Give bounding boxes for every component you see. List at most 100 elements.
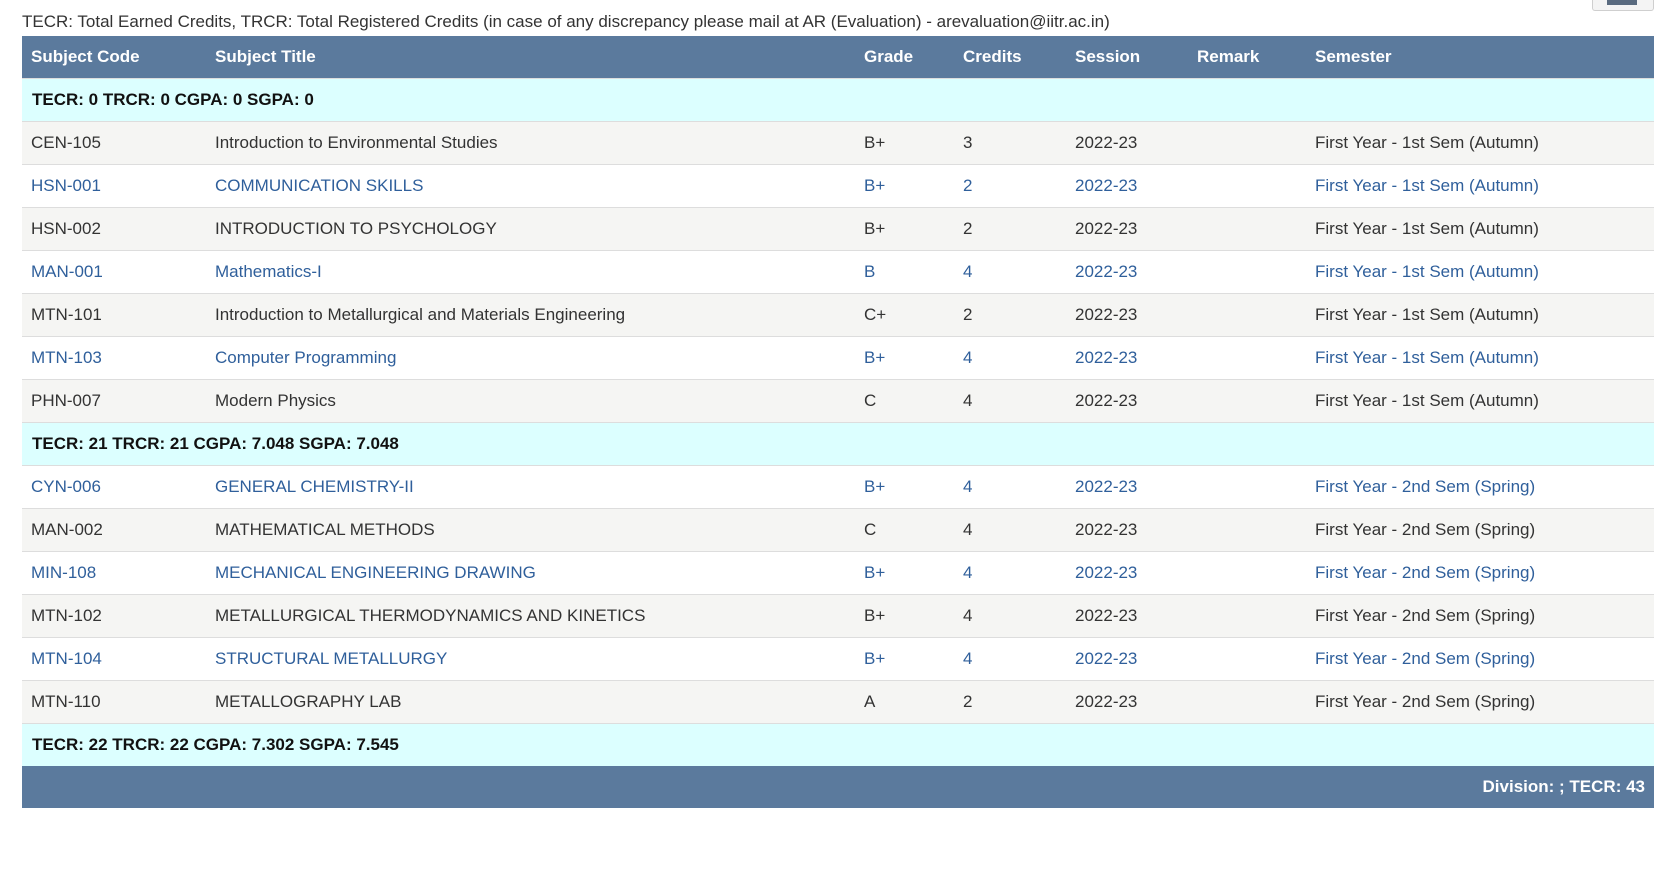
subject-code: CEN-105 <box>22 120 206 164</box>
table-row: MTN-110 METALLOGRAPHY LAB A 2 2022-23 Fi… <box>22 679 1654 723</box>
subject-code: MTN-104 <box>22 636 206 680</box>
remark <box>1188 206 1306 250</box>
summary-row: TECR: 22 TRCR: 22 CGPA: 7.302 SGPA: 7.54… <box>22 722 1654 766</box>
header-credits: Credits <box>963 46 1022 66</box>
credits: 2 <box>954 163 1066 207</box>
remark <box>1188 679 1306 723</box>
thumbnail-image[interactable] <box>1592 0 1654 11</box>
header-subject-title: Subject Title <box>215 46 316 66</box>
semester: First Year - 1st Sem (Autumn) <box>1306 292 1654 336</box>
subject-title: COMMUNICATION SKILLS <box>206 163 855 207</box>
division-total: Division: ; TECR: 43 <box>1482 777 1645 796</box>
grade: B+ <box>855 636 954 680</box>
remark <box>1188 163 1306 207</box>
subject-title: Mathematics-I <box>206 249 855 293</box>
credits: 2 <box>954 206 1066 250</box>
thumbnail-graphic <box>1607 0 1637 5</box>
remark <box>1188 464 1306 508</box>
subject-code: MAN-001 <box>22 249 206 293</box>
remark <box>1188 593 1306 637</box>
credits-note: TECR: Total Earned Credits, TRCR: Total … <box>22 12 1110 31</box>
header-semester: Semester <box>1315 46 1392 66</box>
subject-code: MTN-102 <box>22 593 206 637</box>
subject-code: PHN-007 <box>22 378 206 422</box>
subject-code: MTN-110 <box>22 679 206 723</box>
session: 2022-23 <box>1066 593 1188 637</box>
session: 2022-23 <box>1066 507 1188 551</box>
table-row: CEN-105 Introduction to Environmental St… <box>22 120 1654 164</box>
subject-code: MTN-103 <box>22 335 206 379</box>
session: 2022-23 <box>1066 335 1188 379</box>
semester: First Year - 2nd Sem (Spring) <box>1306 636 1654 680</box>
credits: 2 <box>954 679 1066 723</box>
table-row: MTN-103 Computer Programming B+ 4 2022-2… <box>22 335 1654 379</box>
credits: 4 <box>954 507 1066 551</box>
header-grade: Grade <box>864 46 914 66</box>
table-row: MTN-104 STRUCTURAL METALLURGY B+ 4 2022-… <box>22 636 1654 680</box>
session: 2022-23 <box>1066 378 1188 422</box>
session: 2022-23 <box>1066 464 1188 508</box>
table-row: MTN-102 METALLURGICAL THERMODYNAMICS AND… <box>22 593 1654 637</box>
session: 2022-23 <box>1066 292 1188 336</box>
credits: 4 <box>954 378 1066 422</box>
summary-text: TECR: 22 TRCR: 22 CGPA: 7.302 SGPA: 7.54… <box>22 722 1654 766</box>
subject-title: METALLURGICAL THERMODYNAMICS AND KINETIC… <box>206 593 855 637</box>
table-row: HSN-001 COMMUNICATION SKILLS B+ 2 2022-2… <box>22 163 1654 207</box>
credits: 4 <box>954 335 1066 379</box>
credits: 4 <box>954 464 1066 508</box>
grade: B+ <box>855 206 954 250</box>
session: 2022-23 <box>1066 679 1188 723</box>
remark <box>1188 120 1306 164</box>
grade: B+ <box>855 335 954 379</box>
summary-text: TECR: 0 TRCR: 0 CGPA: 0 SGPA: 0 <box>22 77 1654 121</box>
subject-code: CYN-006 <box>22 464 206 508</box>
semester: First Year - 2nd Sem (Spring) <box>1306 679 1654 723</box>
remark <box>1188 249 1306 293</box>
credits: 4 <box>954 550 1066 594</box>
session: 2022-23 <box>1066 163 1188 207</box>
subject-title: MECHANICAL ENGINEERING DRAWING <box>206 550 855 594</box>
semester: First Year - 2nd Sem (Spring) <box>1306 550 1654 594</box>
summary-row: TECR: 21 TRCR: 21 CGPA: 7.048 SGPA: 7.04… <box>22 421 1654 465</box>
subject-title: GENERAL CHEMISTRY-II <box>206 464 855 508</box>
summary-text: TECR: 21 TRCR: 21 CGPA: 7.048 SGPA: 7.04… <box>22 421 1654 465</box>
header-subject-code: Subject Code <box>31 46 140 66</box>
session: 2022-23 <box>1066 636 1188 680</box>
subject-title: Computer Programming <box>206 335 855 379</box>
grade: B <box>855 249 954 293</box>
remark <box>1188 378 1306 422</box>
grade: B+ <box>855 550 954 594</box>
credits: 2 <box>954 292 1066 336</box>
table-row: HSN-002 INTRODUCTION TO PSYCHOLOGY B+ 2 … <box>22 206 1654 250</box>
semester: First Year - 1st Sem (Autumn) <box>1306 163 1654 207</box>
credits: 4 <box>954 593 1066 637</box>
subject-code: MAN-002 <box>22 507 206 551</box>
subject-title: METALLOGRAPHY LAB <box>206 679 855 723</box>
summary-row: TECR: 0 TRCR: 0 CGPA: 0 SGPA: 0 <box>22 77 1654 121</box>
grade: B+ <box>855 163 954 207</box>
grade: C+ <box>855 292 954 336</box>
remark <box>1188 292 1306 336</box>
table-footer-row: Division: ; TECR: 43 <box>22 766 1654 808</box>
semester: First Year - 1st Sem (Autumn) <box>1306 249 1654 293</box>
remark <box>1188 636 1306 680</box>
table-row: CYN-006 GENERAL CHEMISTRY-II B+ 4 2022-2… <box>22 464 1654 508</box>
semester: First Year - 1st Sem (Autumn) <box>1306 335 1654 379</box>
remark <box>1188 507 1306 551</box>
semester: First Year - 2nd Sem (Spring) <box>1306 464 1654 508</box>
grade: B+ <box>855 120 954 164</box>
grades-table: Subject Code Subject Title Grade Credits… <box>22 36 1654 808</box>
semester: First Year - 1st Sem (Autumn) <box>1306 206 1654 250</box>
table-row: MTN-101 Introduction to Metallurgical an… <box>22 292 1654 336</box>
subject-title: MATHEMATICAL METHODS <box>206 507 855 551</box>
credits: 4 <box>954 636 1066 680</box>
session: 2022-23 <box>1066 249 1188 293</box>
semester: First Year - 1st Sem (Autumn) <box>1306 378 1654 422</box>
remark <box>1188 550 1306 594</box>
grade: C <box>855 378 954 422</box>
header-session: Session <box>1075 46 1141 66</box>
table-row: MIN-108 MECHANICAL ENGINEERING DRAWING B… <box>22 550 1654 594</box>
grade: B+ <box>855 593 954 637</box>
grade: B+ <box>855 464 954 508</box>
header-remark: Remark <box>1197 46 1260 66</box>
